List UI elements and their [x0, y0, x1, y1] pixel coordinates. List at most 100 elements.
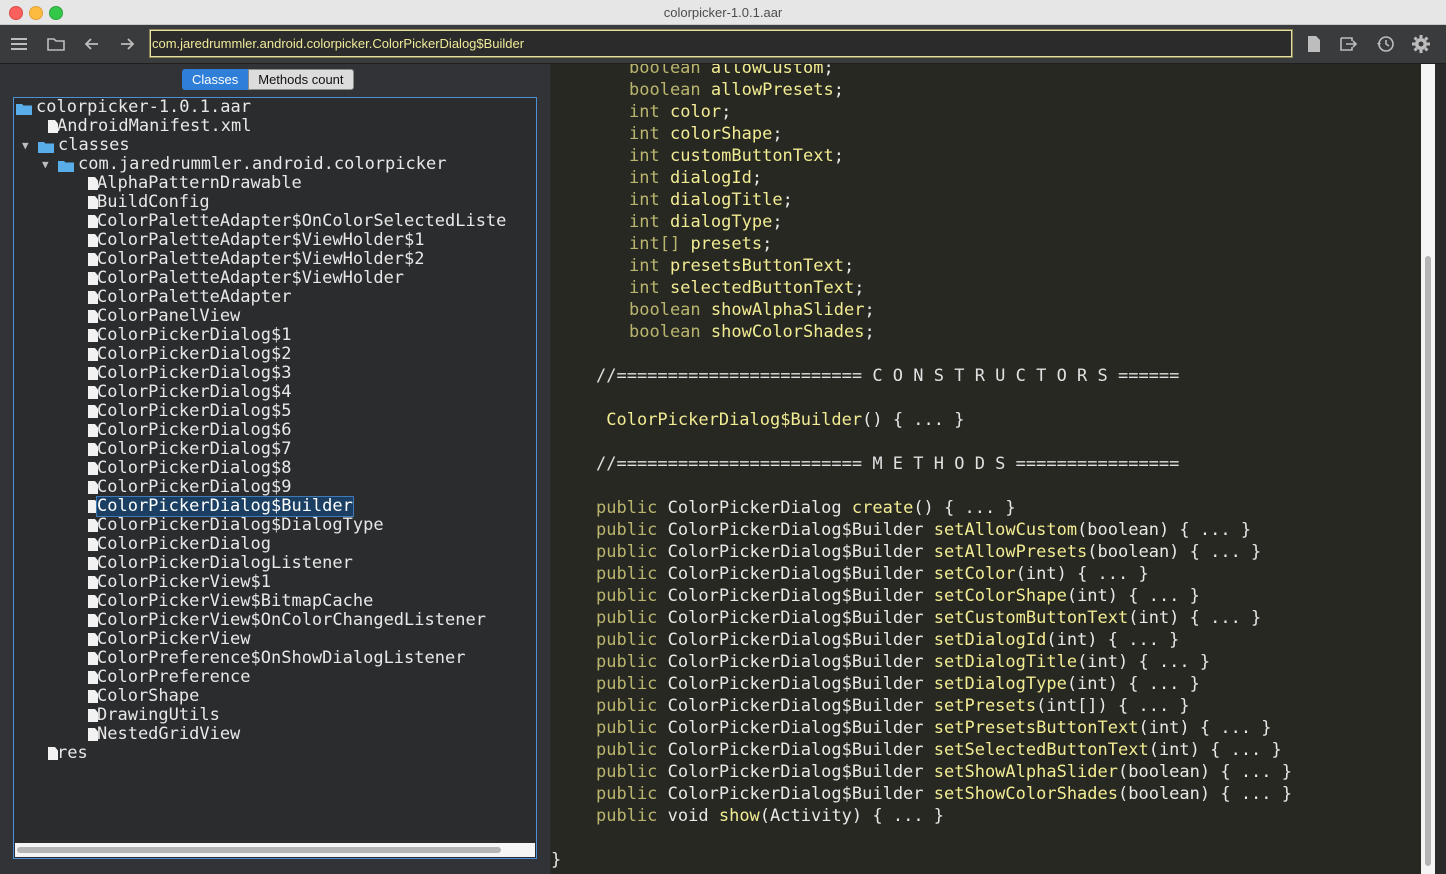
code-identifier[interactable]: allowCustom: [711, 64, 824, 78]
tree-item[interactable]: ColorPickerDialog$6: [14, 421, 536, 440]
code-keyword: public: [596, 762, 658, 782]
tree-item[interactable]: ColorPickerView$BitmapCache: [14, 592, 536, 611]
folder-icon[interactable]: [45, 33, 67, 55]
code-line: public ColorPickerDialog$Builder setSele…: [596, 739, 1282, 761]
tree-item[interactable]: ColorPickerDialog$3: [14, 364, 536, 383]
code-identifier[interactable]: setAllowCustom: [934, 520, 1077, 540]
tree-item-label: ColorPickerDialog: [97, 534, 271, 554]
code-identifier[interactable]: colorShape: [670, 124, 772, 144]
code-keyword: int: [629, 212, 660, 232]
tree-item[interactable]: ColorPickerDialog$Builder: [14, 496, 536, 517]
code-keyword: public: [596, 784, 658, 804]
tree-item[interactable]: res: [14, 744, 536, 763]
code-comment: //======================== C O N S T R U…: [596, 366, 1180, 386]
vertical-scrollbar[interactable]: [1421, 64, 1435, 874]
code-identifier[interactable]: showColorShades: [711, 322, 865, 342]
tree-item[interactable]: ColorPickerDialog$7: [14, 440, 536, 459]
code-identifier[interactable]: showAlphaSlider: [711, 300, 865, 320]
code-line: ColorPickerDialog$Builder() { ... }: [596, 409, 964, 431]
code-identifier[interactable]: setDialogType: [934, 674, 1067, 694]
tree-item[interactable]: ColorPickerDialog$9: [14, 478, 536, 497]
tree-item[interactable]: ColorPickerView$1: [14, 573, 536, 592]
tree-item[interactable]: ColorPaletteAdapter$ViewHolder$2: [14, 250, 536, 269]
code-identifier[interactable]: presets: [690, 234, 762, 254]
code-identifier[interactable]: selectedButtonText: [670, 278, 854, 298]
tree-item[interactable]: ColorPickerDialog$1: [14, 326, 536, 345]
tree-item[interactable]: BuildConfig: [14, 193, 536, 212]
code-identifier[interactable]: dialogType: [670, 212, 772, 232]
scrollbar-thumb[interactable]: [1425, 256, 1431, 866]
code-identifier[interactable]: show: [719, 806, 760, 826]
hamburger-icon[interactable]: [8, 33, 30, 55]
code-text: (int) { ... }: [1066, 674, 1200, 694]
tree-item[interactable]: ▼ com.jaredrummler.android.colorpicker: [14, 155, 536, 174]
code-keyword: int: [629, 146, 660, 166]
code-identifier[interactable]: setDialogId: [934, 630, 1047, 650]
code-identifier[interactable]: ColorPickerDialog$Builder: [606, 410, 862, 430]
tree-item[interactable]: ColorPickerDialog$2: [14, 345, 536, 364]
tab-methods-count[interactable]: Methods count: [248, 69, 354, 90]
tree-item[interactable]: ColorPickerDialogListener: [14, 554, 536, 573]
scrollbar-thumb[interactable]: [17, 847, 501, 853]
gear-icon[interactable]: [1410, 33, 1432, 55]
history-icon[interactable]: [1374, 33, 1396, 55]
code-identifier[interactable]: color: [670, 102, 721, 122]
expand-arrow-icon[interactable]: ▼: [42, 155, 49, 174]
code-identifier[interactable]: setShowAlphaSlider: [934, 762, 1118, 782]
code-identifier[interactable]: customButtonText: [670, 146, 834, 166]
tree-item[interactable]: ColorPickerDialog$5: [14, 402, 536, 421]
tree-item[interactable]: ColorPaletteAdapter: [14, 288, 536, 307]
tree-item[interactable]: ColorPaletteAdapter$ViewHolder: [14, 269, 536, 288]
tab-classes[interactable]: Classes: [182, 69, 249, 90]
tree-item[interactable]: colorpicker-1.0.1.aar: [14, 98, 536, 117]
code-identifier[interactable]: setPresets: [934, 696, 1036, 716]
tree-item[interactable]: ColorPickerView$OnColorChangedListener: [14, 611, 536, 630]
code-identifier[interactable]: create: [852, 498, 913, 518]
code-identifier[interactable]: setCustomButtonText: [934, 608, 1128, 628]
tree-item[interactable]: ColorPreference: [14, 668, 536, 687]
code-identifier[interactable]: setColor: [934, 564, 1016, 584]
code-identifier[interactable]: allowPresets: [711, 80, 834, 100]
tree-item[interactable]: ColorPaletteAdapter$ViewHolder$1: [14, 231, 536, 250]
document-icon[interactable]: [1303, 33, 1325, 55]
code-identifier[interactable]: setDialogTitle: [934, 652, 1077, 672]
tree-item[interactable]: ColorPaletteAdapter$OnColorSelectedListe: [14, 212, 536, 231]
horizontal-scrollbar[interactable]: [15, 843, 535, 857]
tree-item-label: ColorPickerView: [97, 629, 251, 649]
tree-item[interactable]: ColorPanelView: [14, 307, 536, 326]
tree-item[interactable]: AndroidManifest.xml: [14, 117, 536, 136]
expand-arrow-icon[interactable]: ▼: [22, 136, 29, 155]
code-keyword: public: [596, 674, 658, 694]
tree-item[interactable]: NestedGridView: [14, 725, 536, 744]
export-icon[interactable]: [1337, 33, 1359, 55]
code-identifier[interactable]: setPresetsButtonText: [934, 718, 1139, 738]
tree-item[interactable]: ColorPickerView: [14, 630, 536, 649]
tree-item[interactable]: ColorPickerDialog: [14, 535, 536, 554]
code-identifier[interactable]: presetsButtonText: [670, 256, 844, 276]
code-identifier[interactable]: setAllowPresets: [934, 542, 1088, 562]
tree-item[interactable]: ColorShape: [14, 687, 536, 706]
arrow-left-icon[interactable]: [81, 33, 103, 55]
tree-item[interactable]: DrawingUtils: [14, 706, 536, 725]
tree-item[interactable]: ▼ classes: [14, 136, 536, 155]
arrow-right-icon[interactable]: [116, 33, 138, 55]
code-text: () { ... }: [862, 410, 965, 430]
code-text: (boolean) { ... }: [1118, 784, 1292, 804]
code-identifier[interactable]: dialogTitle: [670, 190, 783, 210]
tree-item[interactable]: ColorPickerDialog$8: [14, 459, 536, 478]
tree-item[interactable]: ColorPreference$OnShowDialogListener: [14, 649, 536, 668]
code-identifier[interactable]: dialogId: [670, 168, 752, 188]
tree-item[interactable]: AlphaPatternDrawable: [14, 174, 536, 193]
code-text: (int) { ... }: [1128, 608, 1262, 628]
code-identifier[interactable]: setShowColorShades: [934, 784, 1118, 804]
address-bar-input[interactable]: com.jaredrummler.android.colorpicker.Col…: [150, 30, 1292, 57]
code-text: ;: [854, 278, 865, 298]
tree-item[interactable]: ColorPickerDialog$DialogType: [14, 516, 536, 535]
tree-item[interactable]: ColorPickerDialog$4: [14, 383, 536, 402]
code-line: int selectedButtonText;: [629, 277, 864, 299]
tree-item-label: ColorPickerDialog$Builder: [96, 496, 354, 517]
code-identifier[interactable]: setColorShape: [934, 586, 1067, 606]
code-text: (int) { ... }: [1077, 652, 1211, 672]
code-identifier[interactable]: setSelectedButtonText: [934, 740, 1149, 760]
